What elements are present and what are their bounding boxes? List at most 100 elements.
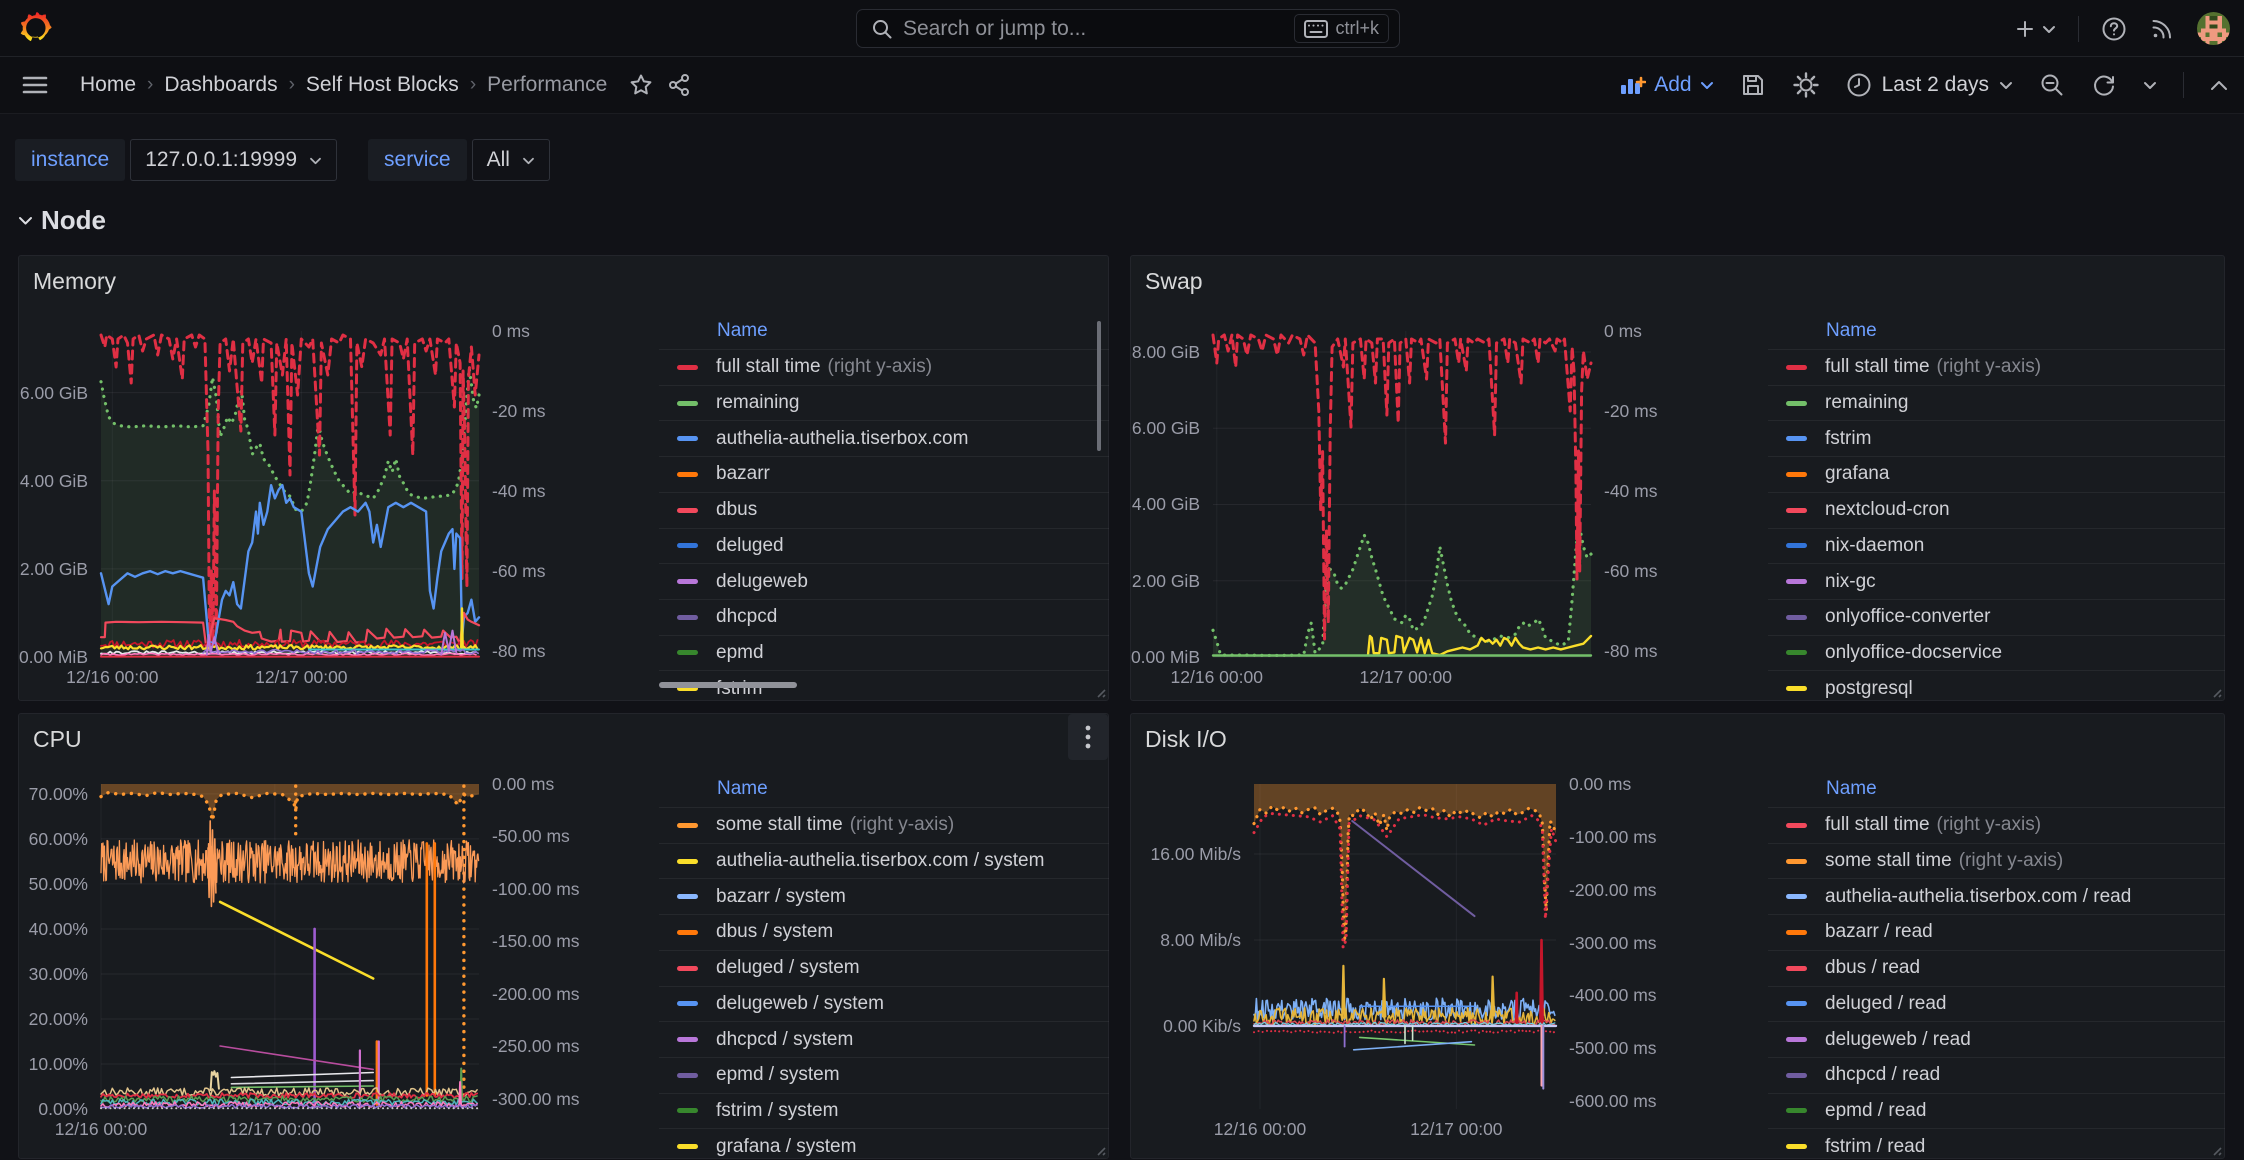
legend-swatch bbox=[677, 823, 698, 828]
panel-resize-handle[interactable] bbox=[2210, 1144, 2222, 1156]
search-input[interactable]: Search or jump to... ctrl+k bbox=[856, 9, 1400, 48]
chevron-down-icon bbox=[1999, 80, 2013, 90]
legend-header-name[interactable]: Name bbox=[717, 320, 768, 342]
variable-instance: instance127.0.0.1:19999 bbox=[15, 139, 337, 181]
time-range-picker[interactable]: Last 2 days bbox=[1846, 72, 2013, 98]
legend-label: dbus / system bbox=[716, 921, 833, 943]
legend-item[interactable]: remaining bbox=[659, 385, 1109, 421]
legend-item[interactable]: bazarr / system bbox=[659, 878, 1109, 914]
mega-menu-button[interactable] bbox=[22, 75, 48, 95]
legend-item[interactable]: full stall time(right y-axis) bbox=[659, 349, 1109, 385]
legend-item[interactable]: deluged / system bbox=[659, 950, 1109, 986]
add-panel-button[interactable]: Add bbox=[1620, 73, 1713, 97]
legend-item[interactable]: fstrim / system bbox=[659, 1093, 1109, 1129]
legend-item[interactable]: grafana bbox=[1768, 456, 2225, 492]
legend-item[interactable]: delugeweb / read bbox=[1768, 1021, 2225, 1057]
legend-item[interactable]: some stall time(right y-axis) bbox=[1768, 843, 2225, 879]
row-node[interactable]: Node bbox=[18, 205, 106, 236]
legend-item[interactable]: epmd / read bbox=[1768, 1093, 2225, 1129]
legend-swatch bbox=[677, 543, 698, 548]
y-axis-left-tick: 20.00% bbox=[29, 1009, 88, 1030]
legend-item[interactable]: epmd / system bbox=[659, 1057, 1109, 1093]
legend-item[interactable]: nix-daemon bbox=[1768, 528, 2225, 564]
breadcrumb-item[interactable]: Self Host Blocks bbox=[306, 73, 459, 97]
panel-diskio: Disk I/O16.00 Mib/s8.00 Mib/s0.00 Kib/s0… bbox=[1130, 713, 2225, 1159]
y-axis-right-tick: -100.00 ms bbox=[492, 879, 580, 900]
legend-item[interactable]: authelia-authelia.tiserbox.com bbox=[659, 420, 1109, 456]
legend-item[interactable]: deluged bbox=[659, 528, 1109, 564]
variable-value-dropdown[interactable]: All bbox=[472, 139, 550, 181]
y-axis-left-tick: 0.00% bbox=[38, 1099, 88, 1120]
refresh-interval-button[interactable] bbox=[2143, 80, 2157, 90]
y-axis-left-tick: 8.00 GiB bbox=[1132, 342, 1200, 363]
legend-label: delugeweb / read bbox=[1825, 1029, 1971, 1051]
legend-label: fstrim bbox=[716, 678, 762, 700]
legend-header-name[interactable]: Name bbox=[717, 778, 768, 800]
legend-swatch bbox=[677, 894, 698, 899]
share-button[interactable] bbox=[667, 73, 691, 97]
breadcrumb-item[interactable]: Dashboards bbox=[164, 73, 277, 97]
legend-item[interactable]: epmd bbox=[659, 635, 1109, 671]
legend-item[interactable]: fstrim bbox=[1768, 420, 2225, 456]
legend-item[interactable]: dbus / system bbox=[659, 914, 1109, 950]
news-button[interactable] bbox=[2149, 16, 2175, 42]
legend-item[interactable]: postgresql bbox=[1768, 670, 2225, 700]
legend-item[interactable]: grafana / system bbox=[659, 1128, 1109, 1158]
legend-item[interactable]: dhcpcd / read bbox=[1768, 1057, 2225, 1093]
y-axis-right-tick: -50.00 ms bbox=[492, 826, 570, 847]
legend-item[interactable]: bazarr / read bbox=[1768, 914, 2225, 950]
panel-resize-handle[interactable] bbox=[1094, 686, 1106, 698]
legend-swatch bbox=[677, 1108, 698, 1113]
legend-item[interactable]: bazarr bbox=[659, 456, 1109, 492]
legend-header-name[interactable]: Name bbox=[1826, 778, 1877, 800]
dashboard-settings-button[interactable] bbox=[1792, 71, 1820, 99]
user-avatar[interactable] bbox=[2197, 12, 2230, 45]
legend-item[interactable]: dhcpcd / system bbox=[659, 1021, 1109, 1057]
legend-label: dbus bbox=[716, 499, 757, 521]
legend-label: nextcloud-cron bbox=[1825, 499, 1950, 521]
favorite-button[interactable] bbox=[629, 73, 653, 97]
x-axis-tick: 12/17 00:00 bbox=[1401, 1119, 1511, 1140]
legend-header-name[interactable]: Name bbox=[1826, 320, 1877, 342]
legend-item[interactable]: dbus / read bbox=[1768, 950, 2225, 986]
legend-item[interactable]: deluged / read bbox=[1768, 986, 2225, 1022]
legend-item[interactable]: onlyoffice-docservice bbox=[1768, 635, 2225, 671]
save-dashboard-button[interactable] bbox=[1740, 72, 1766, 98]
panel-resize-handle[interactable] bbox=[1094, 1144, 1106, 1156]
new-menu-button[interactable] bbox=[2014, 18, 2056, 40]
refresh-button[interactable] bbox=[2091, 72, 2117, 98]
legend-item[interactable]: authelia-authelia.tiserbox.com / system bbox=[659, 843, 1109, 879]
legend-item[interactable]: authelia-authelia.tiserbox.com / read bbox=[1768, 878, 2225, 914]
legend-item[interactable]: delugeweb / system bbox=[659, 986, 1109, 1022]
legend-item[interactable]: dhcpcd bbox=[659, 599, 1109, 635]
legend-item[interactable]: full stall time(right y-axis) bbox=[1768, 349, 2225, 385]
y-axis-right-tick: -40 ms bbox=[1604, 481, 1657, 502]
legend-item[interactable]: some stall time(right y-axis) bbox=[659, 807, 1109, 843]
zoom-out-button[interactable] bbox=[2039, 72, 2065, 98]
legend-label: delugeweb bbox=[716, 571, 808, 593]
breadcrumb-item[interactable]: Home bbox=[80, 73, 136, 97]
legend: Name full stall time(right y-axis) remaini… bbox=[659, 256, 1109, 700]
legend-item[interactable]: full stall time(right y-axis) bbox=[1768, 807, 2225, 843]
help-button[interactable] bbox=[2101, 16, 2127, 42]
legend-item[interactable]: delugeweb bbox=[659, 563, 1109, 599]
y-axis-right-tick: -200.00 ms bbox=[1569, 880, 1657, 901]
legend-scrollbar-horizontal[interactable] bbox=[659, 682, 797, 688]
legend-label: remaining bbox=[716, 392, 799, 414]
legend-item[interactable]: fstrim / read bbox=[1768, 1128, 2225, 1158]
legend-item[interactable]: dbus bbox=[659, 492, 1109, 528]
legend-item[interactable]: nextcloud-cron bbox=[1768, 492, 2225, 528]
legend-item[interactable]: nix-gc bbox=[1768, 563, 2225, 599]
variable-value-dropdown[interactable]: 127.0.0.1:19999 bbox=[130, 139, 337, 181]
legend-item[interactable]: onlyoffice-converter bbox=[1768, 599, 2225, 635]
panel-resize-handle[interactable] bbox=[2210, 686, 2222, 698]
y-axis-left-tick: 0.00 MiB bbox=[1131, 647, 1200, 668]
legend-scrollbar-vertical[interactable] bbox=[1097, 321, 1101, 451]
panel-menu-button[interactable] bbox=[1068, 714, 1108, 760]
grafana-logo-icon[interactable] bbox=[16, 9, 54, 47]
collapse-toolbar-button[interactable] bbox=[2210, 79, 2228, 91]
top-nav: Search or jump to... ctrl+k bbox=[0, 0, 2244, 57]
y-axis-left-tick: 0.00 MiB bbox=[19, 647, 88, 668]
legend-label: grafana / system bbox=[716, 1136, 856, 1158]
legend-item[interactable]: remaining bbox=[1768, 385, 2225, 421]
